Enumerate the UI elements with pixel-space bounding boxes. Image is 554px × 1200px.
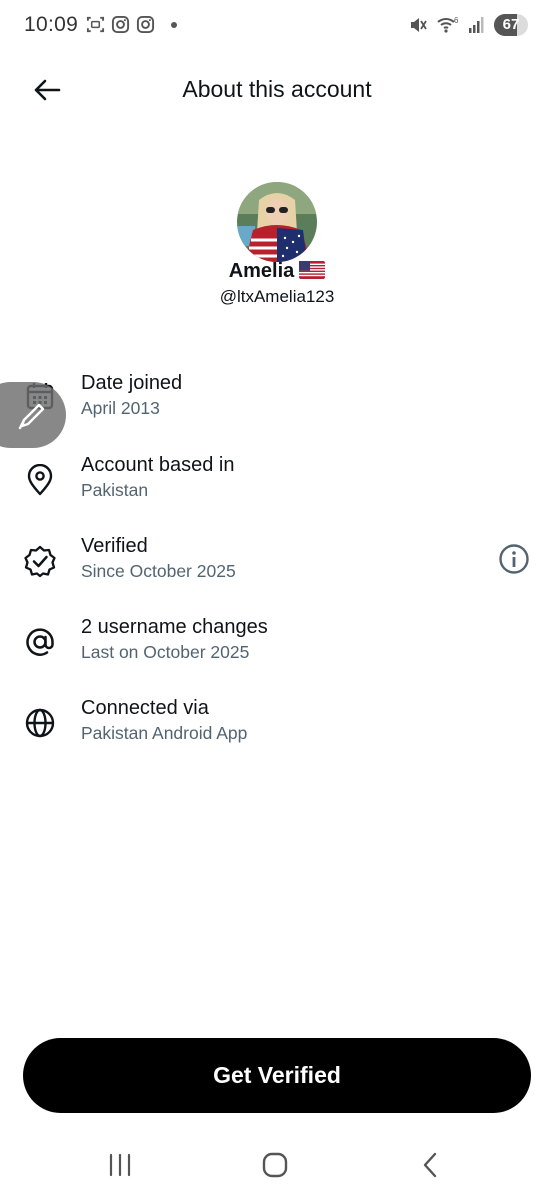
recent-apps-button[interactable] bbox=[90, 1148, 150, 1182]
info-label: 2 username changes bbox=[81, 616, 268, 638]
info-label: Connected via bbox=[81, 697, 209, 719]
status-bar: 10:09 6 67 bbox=[0, 0, 554, 54]
pencil-icon bbox=[18, 403, 45, 430]
instagram-icon bbox=[136, 15, 155, 34]
info-icon bbox=[499, 544, 529, 574]
avatar-image bbox=[237, 182, 317, 262]
display-name-text: Amelia bbox=[228, 260, 295, 282]
header: About this account bbox=[0, 60, 554, 120]
system-back-button[interactable] bbox=[400, 1148, 460, 1182]
screenshot-icon bbox=[86, 16, 105, 33]
verified-info-button[interactable] bbox=[496, 541, 532, 577]
username: @ltxAmelia123 bbox=[219, 287, 335, 306]
info-row-account-based-in: Account based in Pakistan bbox=[0, 454, 554, 514]
info-value: April 2013 bbox=[81, 398, 160, 418]
mute-icon bbox=[411, 18, 427, 32]
info-value: Last on October 2025 bbox=[81, 642, 250, 662]
back-icon bbox=[423, 1152, 437, 1178]
recent-apps-icon bbox=[109, 1153, 131, 1177]
info-row-verified: Verified Since October 2025 bbox=[0, 535, 554, 595]
at-sign-icon bbox=[22, 624, 58, 660]
info-row-connected-via: Connected via Pakistan Android App bbox=[0, 697, 554, 757]
page-title: About this account bbox=[182, 76, 372, 102]
info-label: Verified bbox=[81, 535, 148, 557]
notification-dot-icon bbox=[171, 21, 177, 28]
info-value: Since October 2025 bbox=[81, 561, 236, 581]
info-row-username-changes: 2 username changes Last on October 2025 bbox=[0, 616, 554, 676]
info-value: Pakistan bbox=[81, 480, 149, 500]
globe-icon bbox=[22, 705, 58, 741]
system-navigation-bar bbox=[0, 1134, 554, 1200]
get-verified-button[interactable]: Get Verified bbox=[23, 1038, 531, 1113]
avatar[interactable] bbox=[237, 182, 317, 262]
wifi-icon: 6 bbox=[437, 16, 459, 33]
location-pin-icon bbox=[22, 462, 58, 498]
signal-icon bbox=[469, 17, 484, 33]
us-flag-icon bbox=[299, 260, 326, 279]
home-icon bbox=[262, 1152, 288, 1178]
info-label: Date joined bbox=[81, 372, 183, 394]
instagram-icon bbox=[111, 15, 130, 34]
battery-icon: 67 bbox=[494, 14, 528, 36]
status-system-icons: 6 67 bbox=[408, 14, 528, 36]
verified-badge-icon bbox=[22, 543, 58, 579]
floating-edit-button[interactable] bbox=[0, 382, 66, 448]
info-row-date-joined: Date joined April 2013 bbox=[0, 372, 554, 432]
battery-level: 67 bbox=[502, 16, 520, 33]
display-name: Amelia bbox=[0, 260, 554, 283]
home-button[interactable] bbox=[245, 1148, 305, 1182]
info-value: Pakistan Android App bbox=[81, 723, 248, 743]
status-time: 10:09 bbox=[24, 13, 79, 36]
info-label: Account based in bbox=[81, 454, 235, 476]
svg-text:6: 6 bbox=[454, 16, 459, 25]
status-notification-icons bbox=[86, 15, 177, 34]
